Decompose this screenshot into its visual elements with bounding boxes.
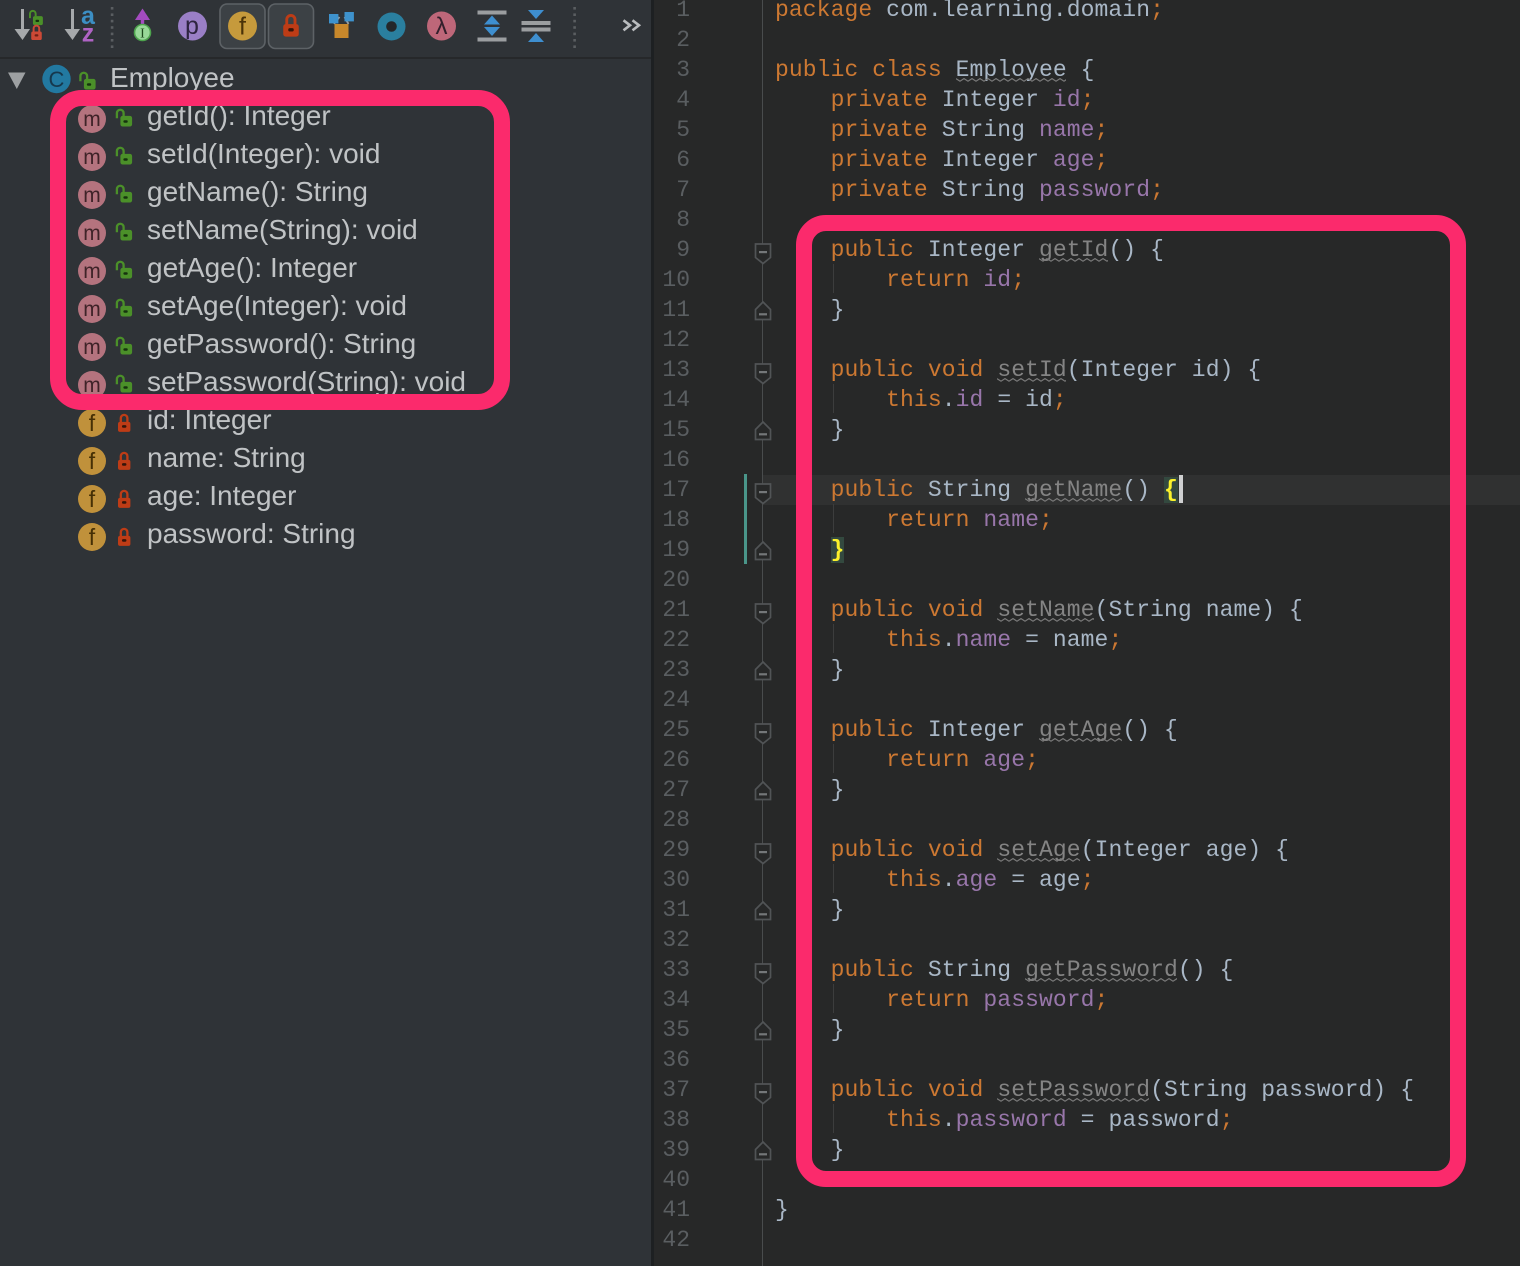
svg-text:f: f (89, 524, 96, 550)
svg-text:f: f (239, 13, 246, 41)
svg-text:f: f (89, 410, 96, 436)
svg-text:C: C (49, 67, 65, 92)
svg-text:λ: λ (436, 13, 448, 40)
svg-text:z: z (82, 20, 95, 48)
svg-text:p: p (185, 12, 199, 40)
svg-text:I: I (140, 27, 145, 42)
svg-text:f: f (89, 486, 96, 512)
svg-text:f: f (89, 448, 96, 474)
